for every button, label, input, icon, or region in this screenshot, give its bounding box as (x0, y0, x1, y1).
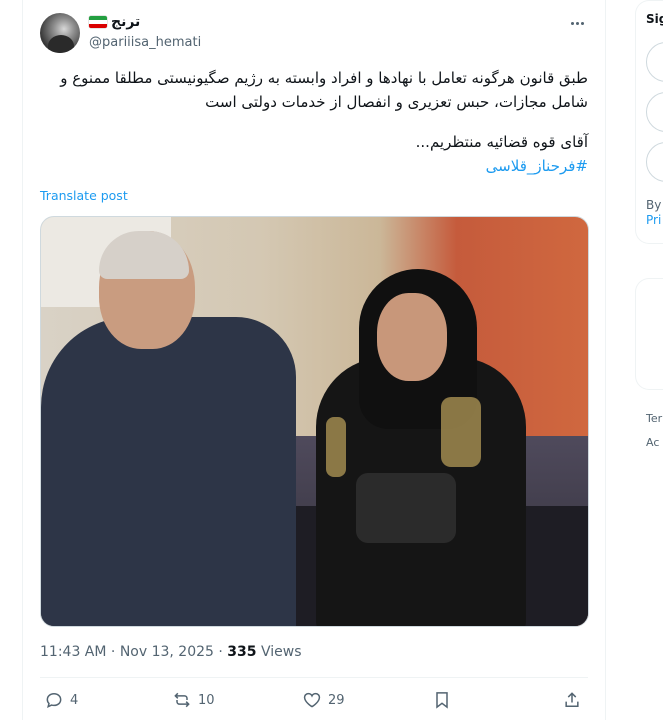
reply-count: 4 (70, 692, 79, 708)
views-label: Views (260, 644, 302, 660)
tweet-time[interactable]: 11:43 AM (40, 644, 106, 660)
like-icon (303, 692, 321, 708)
repost-icon (174, 692, 190, 708)
tweet-text-line: آقای قوه قضائیه منتظریم... (415, 133, 588, 151)
tweet-text-line: شامل مجازات، حبس تعزیری و انفصال از خدما… (205, 93, 588, 111)
terms-link[interactable]: Ter (646, 412, 662, 425)
avatar[interactable] (40, 13, 80, 53)
tweet-meta: 11:43 AM · Nov 13, 2025 · 335 Views (40, 644, 302, 660)
tweet-text-line: طبق قانون هرگونه تعامل با نهادها و افراد… (60, 69, 588, 87)
reply-button[interactable]: 4 (44, 690, 78, 710)
translate-post-link[interactable]: Translate post (40, 188, 128, 203)
share-button[interactable] (562, 690, 582, 710)
bookmark-button[interactable] (432, 690, 452, 710)
right-sidebar: Sig By Pri Ter Ac (606, 0, 663, 720)
tweet-text: طبق قانون هرگونه تعامل با نهادها و افراد… (40, 66, 588, 178)
like-count: 29 (328, 692, 345, 708)
signup-heading: Sig (646, 12, 663, 26)
bookmark-icon (436, 692, 448, 709)
photo-embroidery (441, 397, 481, 467)
tweet-column: ترنج @pariiisa_hemati طبق قانون هرگونه ت… (22, 0, 606, 720)
privacy-link[interactable]: Pri (646, 213, 661, 227)
display-name[interactable]: ترنج (111, 14, 140, 30)
signup-terms-text: By (646, 198, 662, 212)
photo-woman-face (377, 293, 447, 381)
flag-icon (89, 16, 107, 28)
photo-handbag (356, 473, 456, 543)
share-icon (565, 692, 579, 707)
tweet-date[interactable]: Nov 13, 2025 (120, 644, 214, 660)
meta-separator: · (110, 644, 116, 660)
repost-button[interactable]: 10 (172, 690, 215, 710)
handle[interactable]: @pariiisa_hemati (89, 35, 201, 50)
hashtag-link[interactable]: #فرحناز_قلاسی (486, 157, 588, 175)
reply-icon (46, 692, 62, 709)
display-name-row[interactable]: ترنج (89, 14, 140, 30)
sidebar-card (635, 278, 663, 390)
meta-separator: · (218, 644, 223, 660)
accessibility-link[interactable]: Ac (646, 436, 659, 449)
action-bar: 4 10 29 (40, 690, 588, 716)
views-count: 335 (227, 644, 257, 660)
tweet-photo[interactable] (40, 216, 589, 627)
photo-man-body (41, 317, 296, 626)
like-button[interactable]: 29 (302, 690, 345, 710)
more-icon[interactable] (567, 13, 587, 33)
repost-count: 10 (198, 692, 215, 708)
divider (40, 677, 588, 678)
photo-embroidery (326, 417, 346, 477)
